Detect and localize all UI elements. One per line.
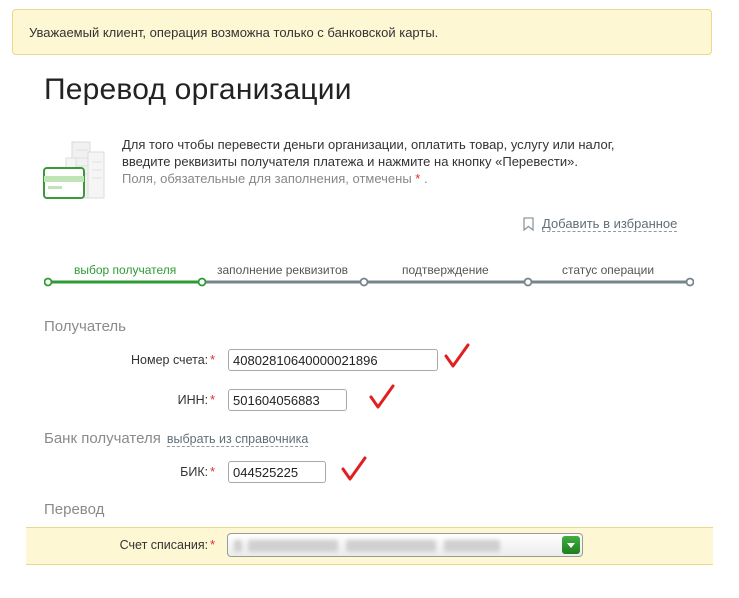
required-star: *	[415, 171, 421, 186]
intro-line-2: введите реквизиты получателя платежа и н…	[122, 154, 578, 169]
step-operation-status: статус операции	[562, 263, 655, 277]
step-marker-4	[523, 277, 533, 287]
step-confirmation: подтверждение	[402, 263, 489, 277]
blurred-account-text	[234, 540, 242, 552]
step-fill-details: заполнение реквизитов	[217, 263, 349, 277]
bank-section-header: Банк получателя выбрать из справочника	[44, 430, 309, 447]
progress-steps: выбор получателя заполнение реквизитов п…	[44, 260, 694, 290]
add-to-favorites-link[interactable]: Добавить в избранное	[523, 216, 678, 232]
blurred-account-text	[346, 540, 436, 552]
step-select-recipient: выбор получателя	[74, 263, 177, 277]
transfer-section-title: Перевод	[44, 501, 105, 518]
valid-check-icon	[341, 456, 367, 481]
required-star: *	[210, 538, 215, 552]
recipient-section-title: Получатель	[44, 318, 126, 335]
debit-account-select[interactable]	[227, 533, 583, 557]
required-star: *	[210, 353, 215, 367]
debit-account-label-text: Счет списания:	[119, 538, 209, 552]
required-note: Поля, обязательные для заполнения, отмеч…	[122, 170, 692, 187]
step-marker-3	[359, 277, 369, 287]
notice-banner: Уважаемый клиент, операция возможна толь…	[12, 9, 712, 55]
bik-label: БИК: *	[180, 465, 215, 479]
step-marker-2	[197, 277, 207, 287]
page-title: Перевод организации	[44, 73, 352, 106]
required-star: *	[210, 393, 215, 407]
bookmark-icon	[523, 217, 534, 231]
required-note-end: .	[423, 171, 428, 186]
notice-text: Уважаемый клиент, операция возможна толь…	[29, 25, 439, 40]
add-to-favorites-label: Добавить в избранное	[542, 216, 678, 232]
intro-text: Для того чтобы перевести деньги организа…	[122, 136, 692, 187]
organization-building-icon	[43, 141, 105, 199]
bik-label-text: БИК:	[180, 465, 209, 479]
dropdown-button[interactable]	[562, 536, 580, 554]
blurred-account-text	[248, 540, 338, 552]
inn-label: ИНН: *	[178, 393, 215, 407]
account-number-label: Номер счета: *	[131, 353, 215, 367]
blurred-account-text	[444, 540, 500, 552]
inn-label-text: ИНН:	[177, 393, 209, 407]
inn-input[interactable]	[228, 389, 347, 411]
step-marker-1	[44, 277, 53, 287]
bank-section-title: Банк получателя	[44, 430, 161, 447]
debit-account-label: Счет списания: *	[120, 538, 215, 552]
choose-from-directory-link[interactable]: выбрать из справочника	[166, 432, 309, 447]
required-note-text: Поля, обязательные для заполнения, отмеч…	[122, 171, 412, 186]
account-number-label-text: Номер счета:	[131, 353, 209, 367]
valid-check-icon	[369, 384, 395, 409]
required-star: *	[210, 465, 215, 479]
valid-check-icon	[444, 343, 470, 368]
bik-input[interactable]	[228, 461, 326, 483]
chevron-down-icon	[567, 542, 575, 548]
intro-line-1: Для того чтобы перевести деньги организа…	[122, 137, 615, 152]
account-number-input[interactable]	[228, 349, 438, 371]
step-marker-5	[685, 277, 694, 287]
